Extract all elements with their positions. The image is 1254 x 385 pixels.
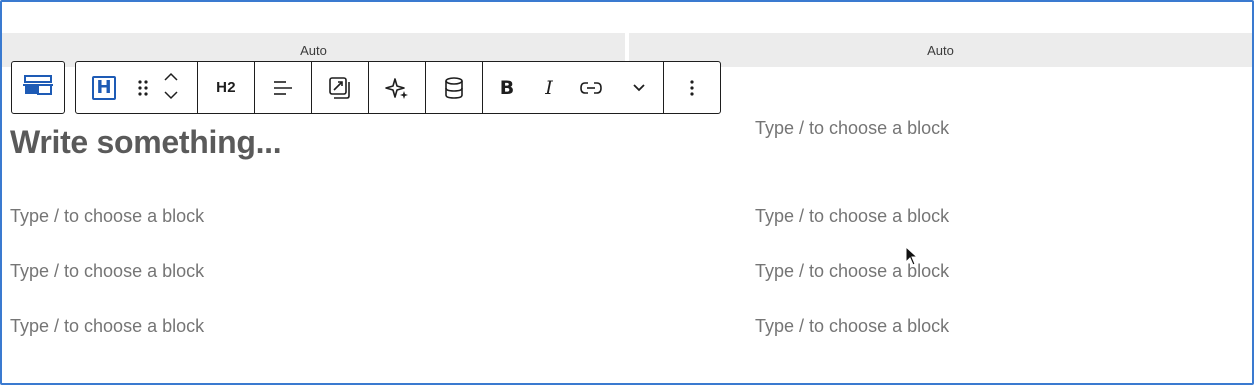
overlay-group [312, 62, 369, 113]
link-button[interactable] [567, 62, 615, 113]
heading-level-label: H2 [216, 79, 236, 96]
overlay-styles-button[interactable] [312, 62, 368, 113]
select-parent-block-button[interactable] [11, 61, 65, 114]
dynamic-data-button[interactable] [426, 62, 482, 113]
align-left-icon [272, 79, 294, 97]
block-options-button[interactable] [664, 62, 720, 113]
more-formatting-button[interactable] [615, 62, 663, 113]
block-switcher-group: H [76, 62, 198, 113]
heading-level-group: H2 [198, 62, 255, 113]
column-width-label: Auto [927, 42, 954, 58]
sparkles-icon [385, 76, 409, 100]
column-width-header-right[interactable]: Auto [629, 33, 1252, 67]
database-icon [443, 76, 465, 100]
link-icon [579, 80, 603, 96]
column-width-label: Auto [300, 42, 327, 58]
overlay-styles-icon [328, 76, 352, 100]
bold-button[interactable]: B [483, 62, 531, 113]
paragraph-placeholder[interactable]: Type / to choose a block [755, 261, 949, 282]
move-up-icon[interactable] [163, 70, 179, 88]
heading-icon: H [92, 75, 116, 100]
heading-placeholder[interactable]: Write something... [10, 124, 282, 161]
columns-block-icon [23, 74, 53, 101]
move-buttons [154, 62, 188, 113]
options-group [664, 62, 720, 113]
heading-level-button[interactable]: H2 [198, 62, 254, 113]
paragraph-placeholder[interactable]: Type / to choose a block [10, 261, 204, 282]
paragraph-placeholder[interactable]: Type / to choose a block [755, 206, 949, 227]
align-text-button[interactable] [255, 62, 311, 113]
align-group [255, 62, 312, 113]
ai-group [369, 62, 426, 113]
paragraph-placeholder[interactable]: Type / to choose a block [10, 206, 204, 227]
italic-icon: I [545, 76, 553, 99]
italic-button[interactable]: I [531, 62, 567, 113]
paragraph-placeholder[interactable]: Type / to choose a block [755, 316, 949, 337]
drag-handle-icon [137, 79, 149, 97]
move-down-icon[interactable] [163, 88, 179, 106]
format-group: B I [483, 62, 664, 113]
bold-icon: B [499, 76, 515, 99]
drag-handle[interactable] [132, 62, 154, 113]
more-vertical-icon [689, 79, 695, 97]
paragraph-placeholder[interactable]: Type / to choose a block [10, 316, 204, 337]
block-toolbar: H H2 B I [75, 61, 721, 114]
block-type-switcher-button[interactable]: H [76, 62, 132, 113]
paragraph-placeholder[interactable]: Type / to choose a block [755, 118, 949, 139]
mouse-pointer-icon [905, 245, 919, 271]
chevron-down-icon [632, 83, 646, 93]
ai-assistant-button[interactable] [369, 62, 425, 113]
dynamic-data-group [426, 62, 483, 113]
